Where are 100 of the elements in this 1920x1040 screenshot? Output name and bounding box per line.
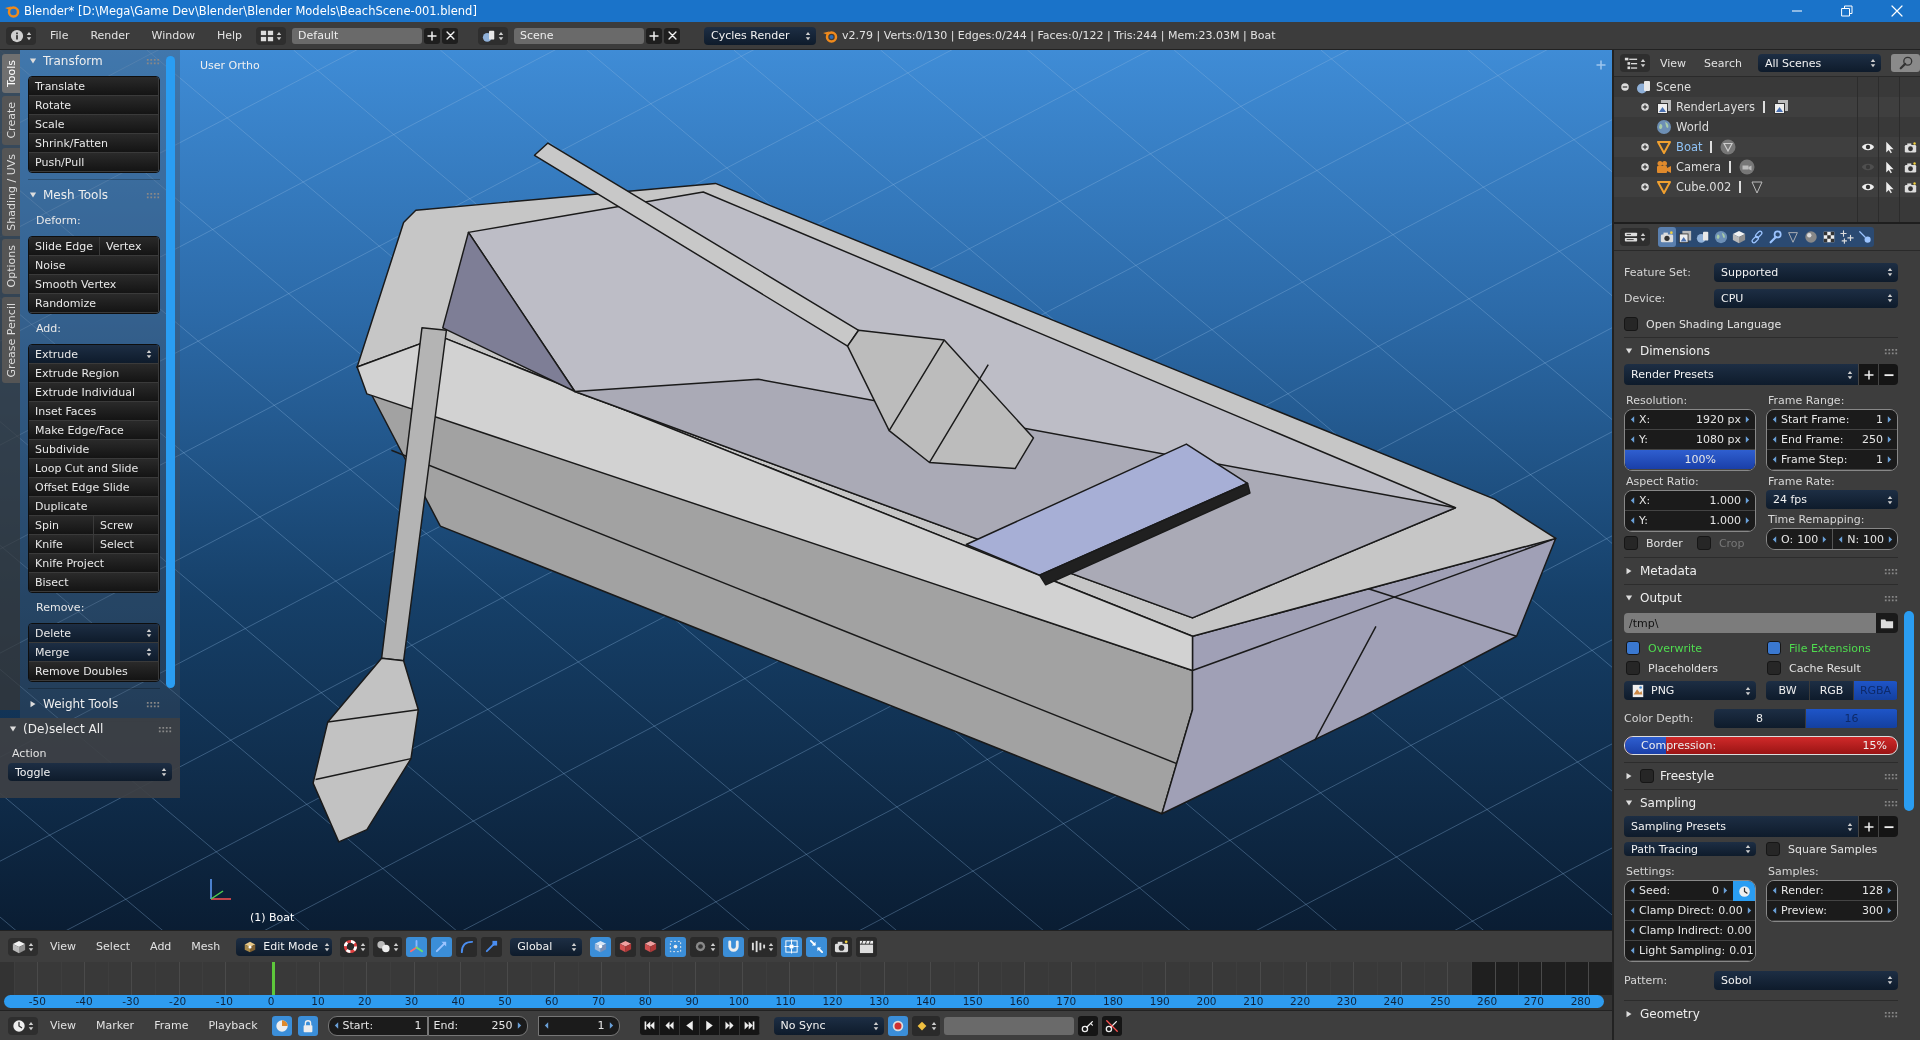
editor-type-button[interactable]	[6, 26, 36, 45]
panel-header[interactable]: Dimensions	[1624, 338, 1898, 364]
delete-keyframe-button[interactable]	[1101, 1015, 1122, 1036]
output-path-field[interactable]: /tmp\	[1624, 613, 1876, 633]
keying-set-button[interactable]	[911, 1015, 940, 1036]
menu-item[interactable]: View	[42, 940, 85, 953]
search-button[interactable]	[1891, 54, 1920, 72]
tool-tab[interactable]: Grease Pencil	[2, 296, 20, 384]
number-field[interactable]: Clamp Indirect: 0.00	[1625, 921, 1755, 941]
scene-field[interactable]: Scene	[514, 27, 645, 44]
panel-header[interactable]: (De)select All	[8, 718, 172, 740]
checkbox[interactable]: Open Shading Language	[1624, 317, 1782, 331]
tool-tab[interactable]: Tools	[2, 54, 20, 94]
checkbox[interactable]: Cache Result	[1767, 661, 1898, 675]
outliner-item[interactable]: Cube.002	[1676, 180, 1732, 194]
tool-button[interactable]: Knife Project	[29, 554, 159, 573]
tool-button[interactable]: Extrude Individual	[29, 383, 159, 402]
tool-button[interactable]: Inset Faces	[29, 402, 159, 421]
header-button[interactable]	[406, 936, 428, 957]
header-button[interactable]	[431, 936, 453, 957]
layout-button[interactable]	[256, 26, 287, 45]
outliner-item[interactable]: RenderLayers	[1676, 100, 1755, 114]
dropdown[interactable]: Sobol	[1714, 970, 1898, 990]
number-field[interactable]: X: 1.000	[1625, 491, 1755, 511]
scene-button[interactable]	[478, 26, 509, 45]
color-mode-option[interactable]: BW	[1766, 681, 1810, 700]
tool-tab[interactable]: Shading / UVs	[2, 147, 20, 237]
add-button[interactable]	[646, 27, 663, 44]
header-button[interactable]	[373, 936, 403, 957]
header-button[interactable]	[831, 936, 853, 957]
tool-button[interactable]: Make Edge/Face	[29, 421, 159, 440]
menu-item[interactable]: View	[42, 1019, 85, 1032]
start-frame-field[interactable]: Start: 1	[327, 1015, 428, 1036]
tool-button[interactable]: Randomize	[29, 294, 159, 313]
add-button[interactable]	[424, 27, 441, 44]
number-field[interactable]: Y: 1.000	[1625, 511, 1755, 531]
camera-icon[interactable]	[1903, 160, 1917, 174]
number-field[interactable]: Preview: 300	[1767, 901, 1897, 921]
remove-preset-button[interactable]	[1878, 364, 1898, 385]
expand-icon[interactable]	[1639, 101, 1651, 113]
context-tab[interactable]	[1658, 227, 1676, 247]
tool-button[interactable]: Vertex	[100, 237, 159, 256]
tool-button[interactable]: Select	[94, 535, 159, 554]
number-field[interactable]: Frame Step: 1	[1767, 450, 1897, 470]
number-field[interactable]: O: 100	[1767, 529, 1834, 549]
mode-dropdown[interactable]: Edit Mode	[236, 937, 333, 956]
menu-item[interactable]: Mesh	[183, 940, 229, 953]
color-mode-option[interactable]: RGB	[1810, 681, 1854, 700]
preset-dropdown[interactable]: Sampling Presets	[1624, 816, 1858, 837]
sync-dropdown[interactable]: No Sync	[773, 1016, 884, 1035]
tool-button[interactable]: Scale	[29, 115, 159, 134]
tool-button[interactable]: Bisect	[29, 573, 159, 592]
tool-tab[interactable]: Options	[2, 239, 20, 294]
menu-item[interactable]: Search	[1696, 56, 1750, 70]
tool-button[interactable]: Translate	[29, 77, 159, 96]
number-field[interactable]: Render: 128	[1767, 881, 1897, 901]
expand-icon[interactable]	[1639, 181, 1651, 193]
header-button[interactable]	[665, 936, 687, 957]
menu-item[interactable]: Render	[82, 29, 138, 42]
checkbox[interactable]: Border	[1624, 536, 1683, 550]
toggle-button[interactable]	[271, 1015, 292, 1036]
number-field[interactable]: Seed: 0	[1625, 881, 1733, 901]
tool-tab[interactable]: Create	[2, 96, 20, 145]
outliner-item[interactable]: Camera	[1676, 160, 1722, 174]
keying-set-field[interactable]	[943, 1016, 1074, 1035]
display-mode-dropdown[interactable]: All Scenes	[1757, 54, 1882, 72]
checkbox[interactable]: Square Samples	[1766, 842, 1898, 856]
file-format-dropdown[interactable]: PNG	[1624, 681, 1756, 700]
tool-button[interactable]: Extrude Region	[29, 364, 159, 383]
dropdown[interactable]: Supported	[1714, 262, 1898, 282]
header-button[interactable]	[748, 936, 778, 957]
header-button[interactable]	[640, 936, 662, 957]
tool-button[interactable]: Loop Cut and Slide	[29, 459, 159, 478]
number-field[interactable]: Start Frame: 1	[1767, 410, 1897, 430]
header-button[interactable]	[590, 936, 612, 957]
tool-button[interactable]: Remove Doubles	[29, 662, 159, 681]
header-button[interactable]	[856, 936, 878, 957]
tool-button[interactable]: Offset Edge Slide	[29, 478, 159, 497]
panel-header[interactable]: Output	[1624, 585, 1898, 611]
dropdown[interactable]: CPU	[1714, 288, 1898, 308]
integrator-dropdown[interactable]: Path Tracing	[1624, 842, 1756, 856]
panel-header[interactable]: Transform	[28, 50, 160, 72]
checkbox[interactable]: Overwrite	[1626, 641, 1757, 655]
number-field[interactable]: Clamp Direct: 0.00	[1625, 901, 1755, 921]
checkbox[interactable]: Placeholders	[1626, 661, 1757, 675]
dropdown[interactable]: 24 fps	[1766, 490, 1898, 509]
menu-item[interactable]: Help	[208, 29, 251, 42]
outliner-item[interactable]: World	[1676, 120, 1709, 134]
browse-button[interactable]	[1876, 613, 1898, 633]
tool-button[interactable]: Screw	[94, 516, 159, 535]
panel-header[interactable]: Sampling	[1624, 790, 1898, 816]
tool-button[interactable]: Duplicate	[29, 497, 159, 516]
tool-button[interactable]: Slide Edge	[29, 237, 101, 256]
number-field[interactable]: N: 100	[1833, 529, 1897, 549]
menu-item[interactable]: Frame	[146, 1019, 197, 1032]
menu-item[interactable]: Add	[142, 940, 180, 953]
scrollbar[interactable]	[166, 56, 175, 688]
context-tab[interactable]	[1838, 227, 1856, 247]
seed-button[interactable]	[1733, 881, 1755, 901]
number-field[interactable]: X: 1920 px	[1625, 410, 1755, 430]
